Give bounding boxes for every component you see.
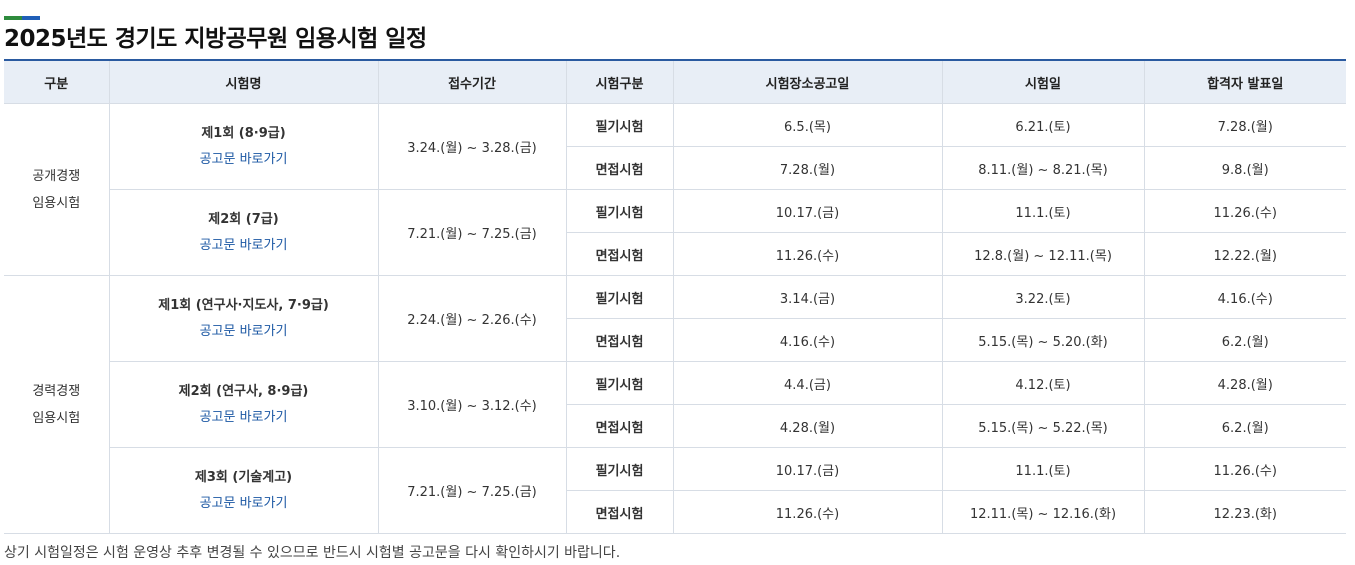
exam-name-cell: 제2회 (7급) 공고문 바로가기: [109, 189, 379, 276]
notice-link[interactable]: 공고문 바로가기: [200, 147, 288, 173]
exam-type: 필기시험: [565, 447, 674, 491]
exam-name: 제2회 (연구사, 8·9급): [178, 383, 309, 399]
header-exam-date: 시험일: [941, 59, 1145, 104]
exam-name-cell: 제2회 (연구사, 8·9급) 공고문 바로가기: [109, 361, 379, 448]
table-row: 제2회 (7급) 공고문 바로가기 7.21.(월) ~ 7.25.(금) 필기…: [4, 189, 1346, 276]
exam-date: 5.15.(목) ~ 5.22.(목): [941, 404, 1145, 448]
page-title: 2025년도 경기도 지방공무원 임용시험 일정: [4, 26, 427, 52]
header-category: 구분: [4, 59, 110, 104]
notice-link[interactable]: 공고문 바로가기: [200, 233, 288, 259]
exam-name: 제1회 (8·9급): [201, 125, 286, 141]
exam-date: 11.1.(토): [941, 447, 1145, 491]
result-date: 4.28.(월): [1143, 361, 1346, 405]
exam-date: 12.11.(목) ~ 12.16.(화): [941, 490, 1145, 534]
category-label: 임용시험: [32, 195, 81, 211]
title-accent-bar: [4, 5, 40, 20]
exam-name: 제1회 (연구사·지도사, 7·9급): [158, 297, 329, 313]
venue-notice-date: 10.17.(금): [672, 447, 943, 491]
category-cell: 공개경쟁 임용시험: [4, 103, 110, 276]
exam-type: 면접시험: [566, 490, 674, 534]
result-date: 9.8.(월): [1143, 146, 1346, 190]
result-date: 11.26.(수): [1143, 189, 1346, 233]
result-date: 12.23.(화): [1143, 490, 1346, 534]
header-result-date: 합격자 발표일: [1143, 59, 1346, 104]
exam-date: 3.22.(토): [941, 275, 1145, 319]
notice-link[interactable]: 공고문 바로가기: [200, 319, 288, 345]
result-date: 6.2.(월): [1143, 404, 1346, 448]
venue-notice-date: 11.26.(수): [672, 490, 943, 534]
category-cell: 경력경쟁 임용시험: [4, 275, 110, 534]
result-date: 12.22.(월): [1143, 232, 1346, 276]
exam-name-cell: 제1회 (8·9급) 공고문 바로가기: [108, 103, 379, 190]
exam-date: 6.21.(토): [941, 103, 1145, 147]
table-header-row: 구분 시험명 접수기간 시험구분 시험장소공고일 시험일 합격자 발표일: [4, 59, 1346, 104]
footnote: 상기 시험일정은 시험 운영상 추후 변경될 수 있으므로 반드시 시험별 공고…: [4, 545, 621, 561]
application-period: 7.21.(월) ~ 7.25.(금): [377, 189, 567, 276]
application-period: 7.21.(월) ~ 7.25.(금): [377, 447, 567, 534]
exam-schedule-table: 구분 시험명 접수기간 시험구분 시험장소공고일 시험일 합격자 발표일 공개경…: [4, 59, 1346, 534]
exam-name-cell: 제1회 (연구사·지도사, 7·9급) 공고문 바로가기: [108, 275, 379, 362]
exam-type: 면접시험: [566, 404, 674, 448]
table-row: 공개경쟁 임용시험 제1회 (8·9급) 공고문 바로가기 3.24.(월) ~…: [4, 103, 1346, 276]
exam-name: 제3회 (기술계고): [194, 469, 293, 485]
exam-type: 필기시험: [565, 275, 674, 319]
application-period: 2.24.(월) ~ 2.26.(수): [377, 275, 567, 362]
table-row: 제2회 (연구사, 8·9급) 공고문 바로가기 3.10.(월) ~ 3.12…: [4, 361, 1346, 448]
header-application-period: 접수기간: [377, 59, 567, 104]
venue-notice-date: 4.28.(월): [672, 404, 943, 448]
exam-date: 8.11.(월) ~ 8.21.(목): [941, 146, 1145, 190]
application-period: 3.24.(월) ~ 3.28.(금): [377, 103, 567, 190]
table-row: 경력경쟁 임용시험 제1회 (연구사·지도사, 7·9급) 공고문 바로가기 2…: [4, 275, 1346, 534]
category-label: 공개경쟁: [32, 168, 81, 184]
table-row: 제3회 (기술계고) 공고문 바로가기 7.21.(월) ~ 7.25.(금) …: [4, 447, 1346, 534]
exam-date: 5.15.(목) ~ 5.20.(화): [941, 318, 1145, 362]
category-label: 경력경쟁: [32, 383, 81, 399]
category-label: 임용시험: [32, 410, 81, 426]
venue-notice-date: 4.4.(금): [672, 361, 943, 405]
application-period: 3.10.(월) ~ 3.12.(수): [377, 361, 567, 448]
venue-notice-date: 11.26.(수): [672, 232, 943, 276]
exam-type: 필기시험: [565, 189, 674, 233]
exam-name: 제2회 (7급): [208, 211, 279, 227]
exam-type: 면접시험: [566, 318, 674, 362]
exam-type: 필기시험: [565, 361, 674, 405]
exam-type: 필기시험: [565, 103, 674, 147]
exam-name-cell: 제3회 (기술계고) 공고문 바로가기: [109, 447, 379, 534]
venue-notice-date: 6.5.(목): [672, 103, 943, 147]
exam-date: 11.1.(토): [941, 189, 1145, 233]
exam-date: 4.12.(토): [941, 361, 1145, 405]
venue-notice-date: 7.28.(월): [672, 146, 943, 190]
result-date: 7.28.(월): [1143, 103, 1346, 147]
header-venue-notice-date: 시험장소공고일: [672, 59, 943, 104]
exam-date: 12.8.(월) ~ 12.11.(목): [941, 232, 1145, 276]
exam-type: 면접시험: [566, 232, 674, 276]
venue-notice-date: 3.14.(금): [672, 275, 943, 319]
result-date: 6.2.(월): [1143, 318, 1346, 362]
result-date: 11.26.(수): [1143, 447, 1346, 491]
exam-type: 면접시험: [566, 146, 674, 190]
header-exam-type: 시험구분: [565, 59, 674, 104]
result-date: 4.16.(수): [1143, 275, 1346, 319]
notice-link[interactable]: 공고문 바로가기: [200, 405, 288, 431]
header-exam-name: 시험명: [108, 59, 379, 104]
venue-notice-date: 4.16.(수): [672, 318, 943, 362]
notice-link[interactable]: 공고문 바로가기: [200, 491, 288, 517]
venue-notice-date: 10.17.(금): [672, 189, 943, 233]
